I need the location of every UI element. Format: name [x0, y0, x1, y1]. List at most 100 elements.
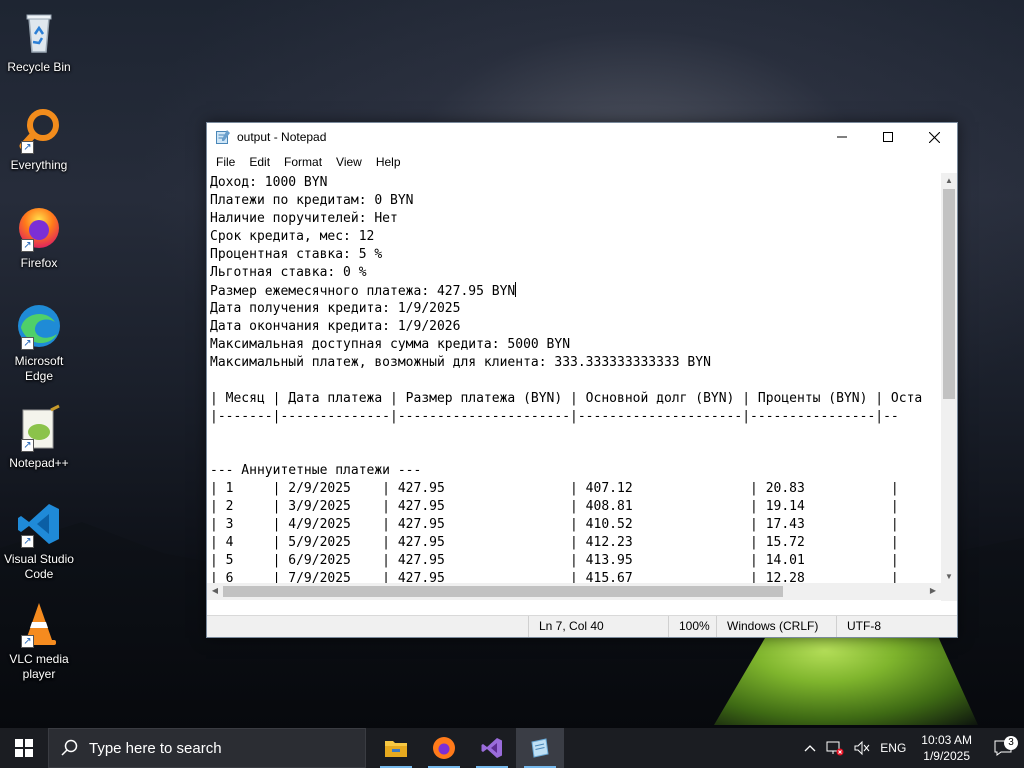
menu-format[interactable]: Format [277, 155, 329, 169]
taskbar-app-visual-studio[interactable] [468, 728, 516, 768]
shortcut-arrow-icon: ↗ [21, 239, 34, 252]
desktop-icon-edge[interactable]: ↗ Microsoft Edge [4, 302, 74, 384]
desktop-icon-label: Notepad++ [9, 456, 69, 470]
menu-edit[interactable]: Edit [242, 155, 277, 169]
start-button[interactable] [0, 728, 48, 768]
minimize-icon [837, 136, 847, 138]
window-title: output - Notepad [237, 130, 327, 144]
desktop-icon-label: Visual Studio Code [4, 552, 74, 581]
status-zoom: 100% [668, 616, 716, 637]
editor-line: | 1 | 2/9/2025 | 427.95 | 407.12 | 20.83… [210, 481, 899, 496]
status-bar: Ln 7, Col 40 100% Windows (CRLF) UTF-8 [207, 615, 957, 637]
editor-line: | Месяц | Дата платежа | Размер платежа … [210, 391, 923, 406]
status-encoding: UTF-8 [836, 616, 957, 637]
desktop-icon-notepad-plus-plus[interactable]: ↗ Notepad++ [4, 404, 74, 471]
clock-time: 10:03 AM [921, 733, 972, 747]
taskbar: Type here to search ENG 10:03 AM 1/9/202… [0, 728, 1024, 768]
maximize-button[interactable] [865, 123, 911, 151]
menu-bar: File Edit Format View Help [207, 151, 957, 173]
horizontal-scrollbar[interactable]: ◀ ▶ [207, 583, 941, 600]
editor-line: Процентная ставка: 5 % [210, 247, 383, 262]
shortcut-arrow-icon: ↗ [21, 535, 34, 548]
notepad-app-icon [216, 130, 230, 144]
vertical-scrollbar[interactable]: ▲ ▼ [941, 173, 957, 601]
maximize-icon [883, 132, 893, 142]
editor-line: | 4 | 5/9/2025 | 427.95 | 412.23 | 15.72… [210, 535, 899, 550]
editor-line: Льготная ставка: 0 % [210, 265, 367, 280]
volume-button[interactable] [849, 740, 875, 756]
taskbar-app-file-explorer[interactable] [372, 728, 420, 768]
scroll-left-icon[interactable]: ◀ [207, 583, 223, 599]
minimize-button[interactable] [819, 123, 865, 151]
edge-icon: ↗ [15, 302, 63, 350]
editor-line: Платежи по кредитам: 0 BYN [210, 193, 414, 208]
menu-view[interactable]: View [329, 155, 369, 169]
desktop-icon-firefox[interactable]: ↗ Firefox [4, 204, 74, 271]
chevron-up-icon [804, 745, 816, 752]
status-cursor-position: Ln 7, Col 40 [528, 616, 668, 637]
desktop-icon-vlc[interactable]: ↗ VLC media player [4, 600, 74, 682]
editor-line: Размер ежемесячного платежа: 427.95 BYN [210, 282, 517, 299]
shortcut-arrow-icon: ↗ [21, 439, 34, 452]
editor-line: | 5 | 6/9/2025 | 427.95 | 413.95 | 14.01… [210, 553, 899, 568]
menu-help[interactable]: Help [369, 155, 408, 169]
folder-icon [385, 741, 407, 757]
horizontal-scroll-thumb[interactable] [223, 586, 783, 597]
system-tray: ENG 10:03 AM 1/9/2025 3 [799, 728, 1024, 768]
network-disconnected-icon [826, 741, 844, 756]
desktop-icon-label: Recycle Bin [7, 60, 71, 74]
notepad-window[interactable]: output - Notepad File Edit Format View H… [206, 122, 958, 638]
notification-count-badge: 3 [1004, 736, 1018, 750]
close-icon [928, 131, 940, 143]
editor-line: | 3 | 4/9/2025 | 427.95 | 410.52 | 17.43… [210, 517, 899, 532]
title-bar[interactable]: output - Notepad [207, 123, 957, 151]
vscode-icon: ↗ [15, 500, 63, 548]
editor-line: Максимальный платеж, возможный для клиен… [210, 355, 711, 370]
visual-studio-icon [481, 738, 502, 758]
menu-file[interactable]: File [209, 155, 242, 169]
editor-line: Дата получения кредита: 1/9/2025 [210, 301, 461, 316]
firefox-icon: ↗ [15, 204, 63, 252]
editor-area: Доход: 1000 BYN Платежи по кредитам: 0 BY… [207, 173, 957, 601]
search-placeholder: Type here to search [89, 739, 222, 757]
editor-line: |-------|--------------|----------------… [210, 409, 899, 424]
input-language[interactable]: ENG [875, 741, 911, 755]
taskbar-search-box[interactable]: Type here to search [48, 728, 366, 768]
taskbar-app-firefox[interactable] [420, 728, 468, 768]
action-center-button[interactable]: 3 [982, 736, 1024, 756]
notepad-plus-plus-icon: ↗ [15, 404, 63, 452]
show-hidden-icons-button[interactable] [799, 744, 821, 752]
text-editor[interactable]: Доход: 1000 BYN Платежи по кредитам: 0 BY… [207, 173, 941, 583]
taskbar-app-notepad[interactable] [516, 728, 564, 768]
editor-line: --- Аннуитетные платежи --- [210, 463, 422, 478]
editor-line: Максимальная доступная сумма кредита: 50… [210, 337, 571, 352]
close-button[interactable] [911, 123, 957, 151]
editor-line: | 2 | 3/9/2025 | 427.95 | 408.81 | 19.14… [210, 499, 899, 514]
status-line-ending: Windows (CRLF) [716, 616, 836, 637]
vertical-scroll-thumb[interactable] [943, 189, 955, 399]
text-caret [515, 282, 517, 297]
recycle-bin-icon [15, 8, 63, 56]
desktop-icon-label: Microsoft Edge [14, 354, 64, 383]
editor-line: Срок кредита, мес: 12 [210, 229, 375, 244]
desktop-icon-everything[interactable]: ↗ Everything [4, 106, 74, 173]
desktop-icon-recycle-bin[interactable]: Recycle Bin [4, 8, 74, 75]
clock-date: 1/9/2025 [923, 749, 970, 763]
shortcut-arrow-icon: ↗ [21, 141, 34, 154]
editor-line: Дата окончания кредита: 1/9/2026 [210, 319, 461, 334]
shortcut-arrow-icon: ↗ [21, 337, 34, 350]
desktop-icon-label: Firefox [20, 256, 58, 270]
desktop-icon-vscode[interactable]: ↗ Visual Studio Code [4, 500, 74, 582]
editor-line: | 6 | 7/9/2025 | 427.95 | 415.67 | 12.28… [210, 571, 899, 583]
network-button[interactable] [821, 740, 849, 756]
search-icon [61, 739, 78, 756]
notepad-icon [531, 738, 549, 758]
scroll-up-icon[interactable]: ▲ [941, 173, 957, 189]
scroll-right-icon[interactable]: ▶ [925, 583, 941, 599]
desktop-icon-label: VLC media player [9, 652, 69, 681]
volume-muted-icon [854, 740, 870, 756]
clock[interactable]: 10:03 AM 1/9/2025 [911, 732, 982, 764]
